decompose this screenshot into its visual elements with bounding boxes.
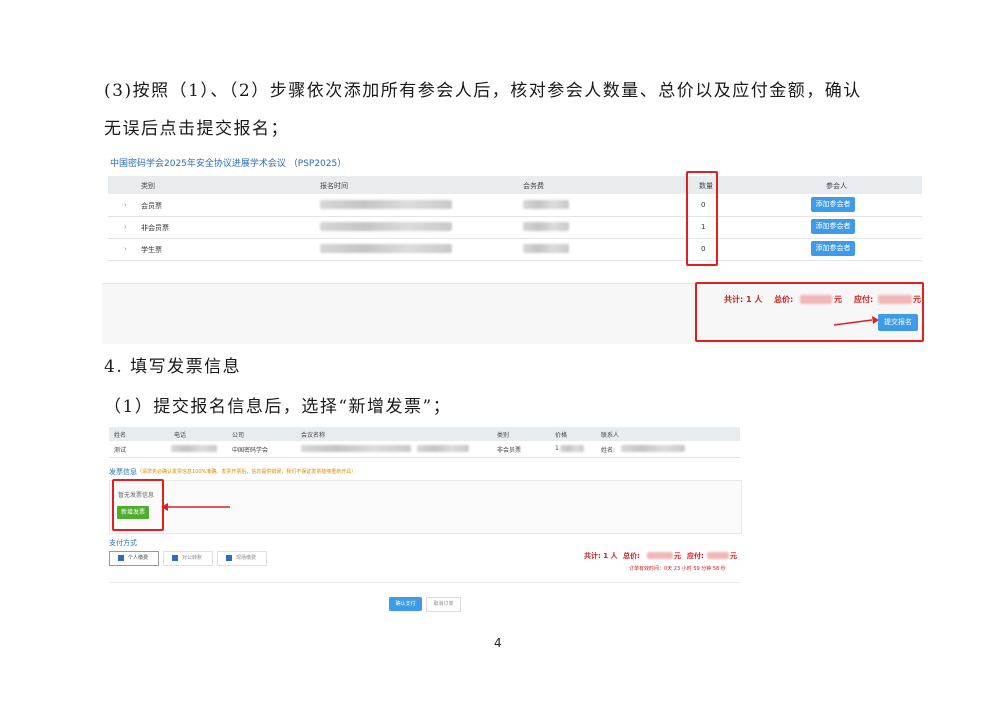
order-table-header: 姓名 电话 公司 会议名称 类别 价格 联系人 — [109, 427, 740, 441]
invoice-screenshot: 姓名 电话 公司 会议名称 类别 价格 联系人 测试 中国密码学会 非会员票 1… — [109, 422, 742, 617]
confirm-payment-button[interactable]: 确认支付 — [389, 597, 422, 611]
total-count: 共计: 1 人 — [584, 552, 618, 560]
row-type: 非会员票 — [497, 447, 522, 454]
blurred-meeting — [301, 445, 411, 452]
blurred-price — [560, 445, 584, 452]
col-name: 姓名 — [114, 432, 127, 439]
add-attendee-button[interactable]: 添加参会者 — [811, 241, 855, 256]
divider — [109, 582, 740, 583]
table-row: › 非会员票 1 添加参会者 — [108, 216, 922, 239]
blurred-meeting-extra — [417, 445, 469, 452]
total-price-label: 总价: — [774, 295, 794, 304]
blurred-payable — [878, 295, 912, 304]
payment-option-label: 对公转账 — [182, 555, 203, 561]
blurred-time — [320, 222, 452, 231]
payable-label: 应付: — [854, 295, 874, 304]
table-row: › 学生票 0 添加参会者 — [108, 238, 922, 261]
page-number: 4 — [494, 636, 502, 650]
registration-screenshot: 中国密码学会2025年安全协议进展学术会议 （PSP2025） 类别 报名时间 … — [102, 145, 924, 344]
blurred-price — [647, 552, 673, 559]
cancel-order-button[interactable]: 取消订单 — [426, 597, 461, 612]
row-contact: 姓名: — [601, 447, 616, 454]
blurred-fee — [523, 200, 569, 209]
total-price-label: 总价: — [623, 552, 640, 560]
table-header: 类别 报名时间 会务费 数量 参会人 — [108, 176, 922, 194]
blurred-fee — [523, 244, 569, 253]
col-company: 公司 — [232, 432, 245, 439]
step3-line2: 无误后点击提交报名； — [104, 119, 289, 139]
col-type: 类别 — [497, 432, 510, 439]
row-category: 会员票 — [141, 202, 162, 210]
payment-option-onsite[interactable]: 现场缴费 — [217, 551, 267, 566]
blurred-price — [800, 295, 832, 304]
payment-option-transfer[interactable]: 对公转账 — [163, 551, 213, 566]
col-meeting: 会议名称 — [301, 432, 326, 439]
submit-registration-button[interactable]: 提交报名 — [878, 314, 918, 331]
total-count: 共计: 1 人 — [724, 295, 763, 304]
add-attendee-button[interactable]: 添加参会者 — [811, 219, 855, 234]
add-attendee-button[interactable]: 添加参会者 — [811, 197, 855, 212]
payment-label: 支付方式 — [109, 539, 137, 547]
conference-title: 中国密码学会2025年安全协议进展学术会议 （PSP2025） — [110, 159, 347, 169]
payable-label: 应付: — [687, 552, 704, 560]
col-fee: 会务费 — [523, 182, 544, 190]
payment-option-label: 个人缴费 — [128, 555, 149, 561]
blurred-contact — [621, 445, 685, 452]
cash-icon — [226, 555, 232, 561]
col-phone: 电话 — [174, 432, 187, 439]
expand-chevron-icon[interactable]: › — [124, 201, 127, 209]
col-attendee: 参会人 — [826, 182, 847, 190]
row-category: 非会员票 — [141, 224, 169, 232]
currency-label: 元 — [834, 295, 842, 304]
expand-chevron-icon[interactable]: › — [124, 223, 127, 231]
col-category: 类别 — [141, 182, 155, 190]
row-price: 1 — [555, 445, 559, 452]
col-time: 报名时间 — [320, 182, 348, 190]
currency-label: 元 — [913, 295, 921, 304]
currency-label: 元 — [674, 552, 681, 560]
arrow-left-icon — [161, 503, 230, 511]
add-invoice-highlight-box — [112, 479, 164, 531]
wallet-icon — [118, 555, 124, 561]
row-category: 学生票 — [141, 246, 162, 254]
section4-heading: 4. 填写发票信息 — [104, 357, 242, 377]
order-countdown: 订单有效时间：0天 23 小时 59 分钟 58 秒 — [629, 566, 726, 572]
payment-option-label: 现场缴费 — [236, 555, 257, 561]
col-price: 价格 — [555, 432, 568, 439]
totals-highlight-box — [695, 282, 924, 342]
row-company: 中国密码学会 — [232, 447, 269, 454]
quantity-highlight-box — [686, 171, 718, 266]
blurred-time — [320, 200, 452, 209]
currency-label: 元 — [730, 552, 737, 560]
blurred-payable — [707, 552, 729, 559]
bank-icon — [172, 555, 178, 561]
blurred-phone — [171, 445, 217, 452]
payment-option-personal[interactable]: 个人缴费 — [109, 551, 159, 566]
table-row: 测试 中国密码学会 非会员票 1 姓名: — [109, 441, 740, 458]
arrow-right-icon — [833, 316, 879, 326]
invoice-label: 发票信息 — [109, 468, 137, 476]
step3-line1: (3)按照（1）、（2）步骤依次添加所有参会人后，核对参会人数量、总价以及应付金… — [104, 81, 862, 101]
col-contact: 联系人 — [601, 432, 620, 439]
row-name: 测试 — [114, 447, 127, 454]
invoice-note: （请您务必确认发票信息100%准确。发票开票后，信息提供错误，我们不保证发票能够… — [137, 469, 357, 475]
blurred-time — [320, 244, 452, 253]
expand-chevron-icon[interactable]: › — [124, 245, 127, 253]
step1-text: （1）提交报名信息后，选择“新增发票”； — [104, 397, 452, 417]
blurred-fee — [523, 222, 569, 231]
table-row: › 会员票 0 添加参会者 — [108, 194, 922, 217]
